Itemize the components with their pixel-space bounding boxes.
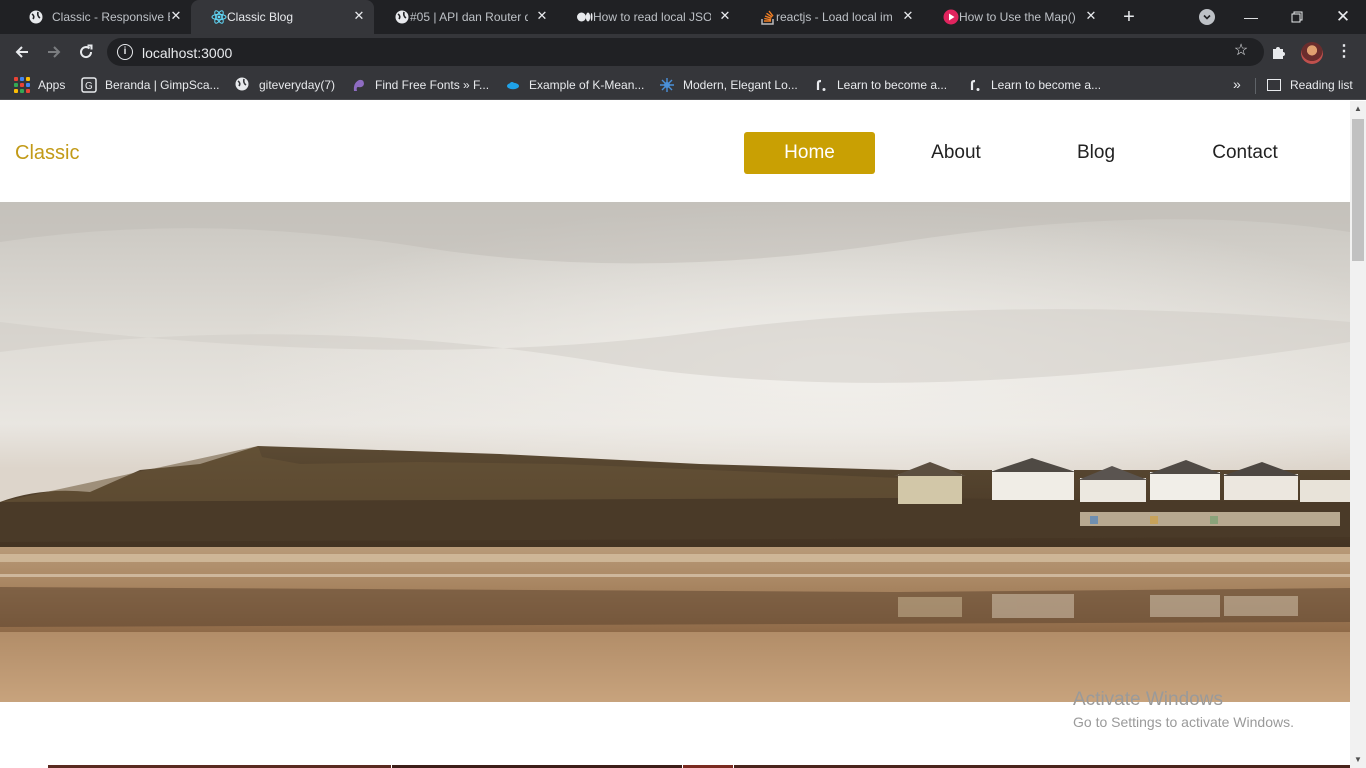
bookmark-item[interactable]: G Beranda | GimpSca...	[81, 76, 220, 94]
minimize-icon[interactable]: —	[1239, 5, 1263, 29]
page-scrollbar[interactable]: ▲ ▼	[1350, 101, 1366, 768]
globe-icon	[235, 77, 251, 93]
bookmark-item[interactable]: Modern, Elegant Lo...	[659, 76, 798, 94]
browser-tab[interactable]: reactjs - Load local im ✕	[740, 0, 923, 34]
tab-title: How to Use the Map()	[959, 10, 1076, 24]
reading-list-button[interactable]: Reading list	[1267, 76, 1353, 94]
scrollbar-thumb[interactable]	[1352, 119, 1364, 261]
tab-title: reactjs - Load local im	[776, 10, 893, 24]
bookmark-label: Learn to become a...	[837, 78, 948, 92]
nav-about[interactable]: About	[907, 132, 1005, 174]
reading-list-label: Reading list	[1290, 78, 1353, 92]
react-icon	[211, 9, 227, 25]
close-tab-icon[interactable]: ✕	[351, 8, 367, 24]
site-logo[interactable]: Classic	[15, 142, 79, 165]
profile-avatar[interactable]	[1301, 42, 1323, 64]
bookmark-item[interactable]: giteveryday(7)	[235, 76, 335, 94]
watermark-title: Activate Windows	[1073, 689, 1223, 710]
bookmark-star-icon[interactable]: ☆	[1232, 42, 1250, 60]
watermark-subtitle: Go to Settings to activate Windows.	[1073, 714, 1294, 730]
scroll-up-icon[interactable]: ▲	[1350, 101, 1366, 117]
forward-arrow-icon[interactable]	[43, 41, 65, 63]
back-arrow-icon[interactable]	[11, 41, 33, 63]
restore-icon[interactable]	[1285, 5, 1309, 29]
browser-tab[interactable]: How to Use the Map() ✕	[923, 0, 1106, 34]
roadmap-icon	[967, 77, 983, 93]
browser-tab[interactable]: #05 | API dan Router d ✕	[374, 0, 557, 34]
tab-search-icon[interactable]	[1199, 9, 1215, 25]
new-tab-button[interactable]: +	[1119, 7, 1139, 27]
bookmark-label: giteveryday(7)	[259, 78, 336, 92]
close-tab-icon[interactable]: ✕	[168, 8, 184, 24]
activate-windows-watermark: Activate Windows Go to Settings to activ…	[1073, 689, 1294, 730]
close-tab-icon[interactable]: ✕	[1083, 8, 1099, 24]
tab-title: Classic - Responsive Bl	[52, 10, 170, 24]
video-icon	[943, 9, 959, 25]
gimpscape-icon: G	[81, 77, 97, 93]
bookmark-label: Find Free Fonts » F...	[375, 78, 490, 92]
extensions-puzzle-icon[interactable]	[1269, 42, 1289, 62]
bookmark-item[interactable]: Example of K-Mean...	[505, 76, 644, 94]
scroll-down-icon[interactable]: ▼	[1350, 752, 1366, 768]
bookmark-apps[interactable]: Apps	[14, 76, 65, 94]
site-info-icon[interactable]: i	[117, 44, 133, 60]
bookmark-item[interactable]: Find Free Fonts » F...	[351, 76, 489, 94]
globe-icon	[28, 9, 44, 25]
web-page: Classic Home About Blog Contact	[0, 101, 1350, 768]
bookmark-item[interactable]: Learn to become a...	[813, 76, 947, 94]
reload-icon[interactable]	[75, 41, 97, 63]
roadmap-icon	[813, 77, 829, 93]
bookmarks-bar: Apps G Beranda | GimpSca... giteveryday(…	[0, 70, 1366, 100]
bookmark-label: Modern, Elegant Lo...	[683, 78, 798, 92]
stackoverflow-icon	[760, 9, 776, 25]
more-bookmarks-chevron-icon[interactable]: »	[1233, 76, 1241, 92]
tab-title: #05 | API dan Router d	[410, 10, 528, 24]
bookmark-label: Apps	[38, 78, 66, 92]
browser-tab-active[interactable]: Classic Blog ✕	[191, 0, 374, 34]
tab-title: How to read local JSON	[593, 10, 711, 24]
browser-menu-icon[interactable]: ⋮	[1334, 42, 1354, 62]
bookmark-label: Example of K-Mean...	[529, 78, 645, 92]
reading-list-icon	[1267, 79, 1281, 91]
tab-title: Classic Blog	[227, 10, 294, 24]
close-window-icon[interactable]: ✕	[1331, 5, 1355, 29]
browser-toolbar: i localhost:3000 ☆ ⋮	[0, 34, 1366, 70]
bookmark-label: Beranda | GimpSca...	[105, 78, 220, 92]
spark-icon	[659, 77, 675, 93]
apps-grid-icon	[14, 77, 30, 93]
address-url[interactable]: localhost:3000	[142, 45, 232, 61]
bookmark-label: Learn to become a...	[991, 78, 1102, 92]
browser-tab-strip: Classic - Responsive Bl ✕ Classic Blog ✕…	[0, 0, 1366, 34]
browser-tab[interactable]: Classic - Responsive Bl ✕	[8, 0, 191, 34]
nav-contact[interactable]: Contact	[1192, 132, 1298, 174]
close-tab-icon[interactable]: ✕	[900, 8, 916, 24]
address-bar[interactable]: i localhost:3000 ☆	[107, 38, 1264, 66]
close-tab-icon[interactable]: ✕	[717, 8, 733, 24]
nav-blog[interactable]: Blog	[1045, 132, 1147, 174]
globe-icon	[394, 9, 410, 25]
browser-tab[interactable]: How to read local JSON ✕	[557, 0, 740, 34]
close-tab-icon[interactable]: ✕	[534, 8, 550, 24]
fonts-icon	[351, 77, 367, 93]
bookmarks-divider	[1255, 78, 1256, 94]
medium-icon	[577, 9, 593, 25]
cloud-icon	[505, 77, 521, 93]
hero-image	[0, 202, 1350, 702]
svg-text:G: G	[85, 81, 93, 92]
nav-home[interactable]: Home	[744, 132, 875, 174]
bookmark-item[interactable]: Learn to become a...	[967, 76, 1101, 94]
